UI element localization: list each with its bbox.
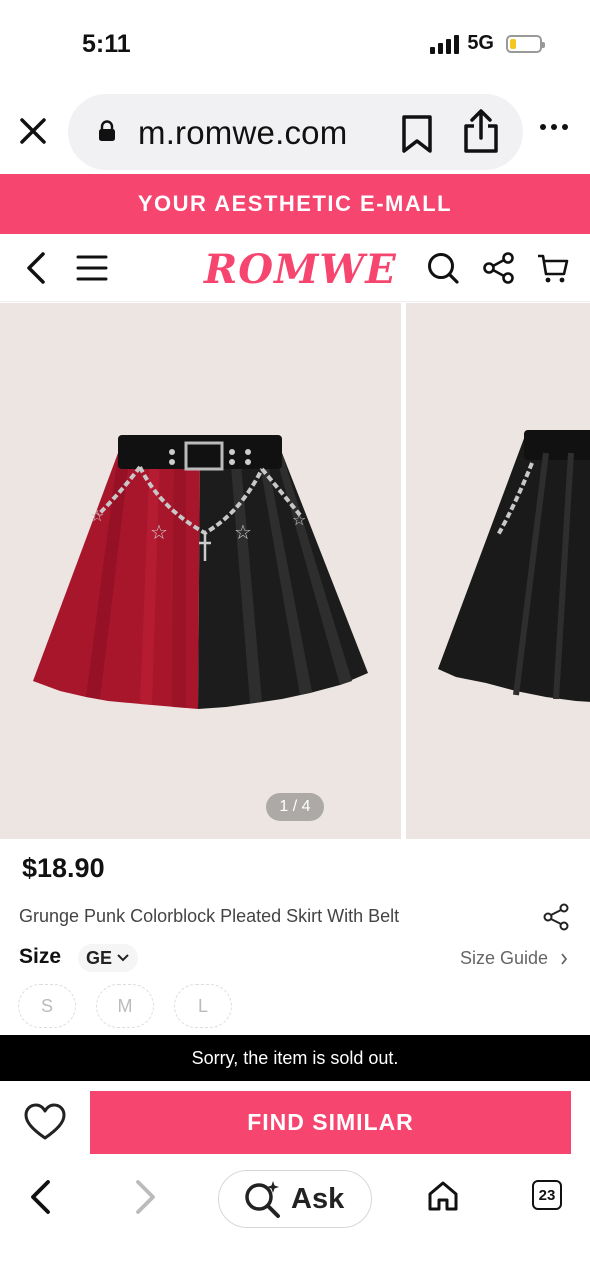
find-similar-button[interactable]: FIND SIMILAR [90, 1091, 571, 1154]
product-image-2[interactable] [406, 303, 590, 839]
svg-text:☆: ☆ [292, 510, 306, 529]
svg-text:☆: ☆ [234, 520, 252, 544]
search-icon[interactable] [426, 251, 460, 285]
size-options: S M L [18, 984, 232, 1028]
more-options-icon[interactable] [540, 124, 568, 130]
wishlist-heart-icon[interactable] [24, 1103, 66, 1141]
cart-icon[interactable] [536, 251, 570, 285]
product-title: Grunge Punk Colorblock Pleated Skirt Wit… [19, 906, 400, 926]
share-network-icon[interactable] [482, 251, 516, 285]
share-icon[interactable] [462, 108, 500, 154]
browser-address-bar: m.romwe.com [0, 92, 590, 172]
chevron-down-icon [117, 954, 129, 962]
home-icon[interactable] [426, 1179, 460, 1213]
browser-forward-icon[interactable] [132, 1179, 158, 1215]
chevron-right-icon [561, 952, 568, 965]
skirt-illustration-2 [438, 430, 590, 702]
browser-back-icon[interactable] [28, 1179, 54, 1215]
promo-banner[interactable]: YOUR AESTHETIC E-MALL [0, 174, 590, 234]
size-guide-link[interactable]: Size Guide [460, 948, 568, 969]
network-type: 5G [467, 32, 494, 54]
size-option-m[interactable]: M [96, 984, 154, 1028]
size-region-select[interactable]: GE [78, 944, 139, 972]
bookmark-icon[interactable] [400, 114, 434, 154]
url-field[interactable]: m.romwe.com [68, 94, 523, 170]
product-action-bar: FIND SIMILAR [0, 1081, 590, 1167]
size-region-value: GE [86, 947, 113, 968]
tab-count[interactable]: 23 [532, 1180, 562, 1210]
product-share-icon[interactable] [542, 903, 570, 931]
skirt-illustration: ☆ ☆ ☆ ☆ [33, 435, 368, 709]
svg-text:☆: ☆ [90, 506, 104, 525]
banner-text: YOUR AESTHETIC E-MALL [137, 191, 453, 216]
ask-label: Ask [291, 1182, 345, 1215]
status-bar: 5:11 5G [0, 0, 590, 90]
site-header: ROMWE [0, 234, 590, 302]
status-time: 5:11 [82, 30, 131, 58]
menu-icon[interactable] [76, 251, 108, 285]
size-label: Size [19, 945, 62, 968]
signal-icon [430, 34, 460, 54]
image-counter: 1 / 4 [266, 793, 324, 821]
product-price: $18.90 [22, 853, 105, 883]
close-icon[interactable] [18, 116, 48, 146]
ask-button[interactable]: Ask [218, 1170, 372, 1228]
svg-text:☆: ☆ [150, 520, 168, 544]
sparkle-search-icon [245, 1181, 280, 1218]
lock-icon [99, 120, 115, 141]
browser-toolbar: Ask 23 [0, 1167, 590, 1280]
size-option-s[interactable]: S [18, 984, 76, 1028]
back-icon[interactable] [24, 251, 48, 285]
url-text: m.romwe.com [138, 114, 348, 151]
size-option-l[interactable]: L [174, 984, 232, 1028]
size-guide-label: Size Guide [459, 948, 548, 968]
sold-out-notice: Sorry, the item is sold out. [0, 1035, 590, 1081]
product-gallery[interactable]: ☆ ☆ ☆ ☆ 1 / 4 [0, 303, 590, 839]
romwe-logo[interactable]: ROMWE [204, 246, 397, 293]
product-image-1[interactable]: ☆ ☆ ☆ ☆ 1 / 4 [0, 303, 401, 839]
battery-icon [506, 34, 545, 53]
